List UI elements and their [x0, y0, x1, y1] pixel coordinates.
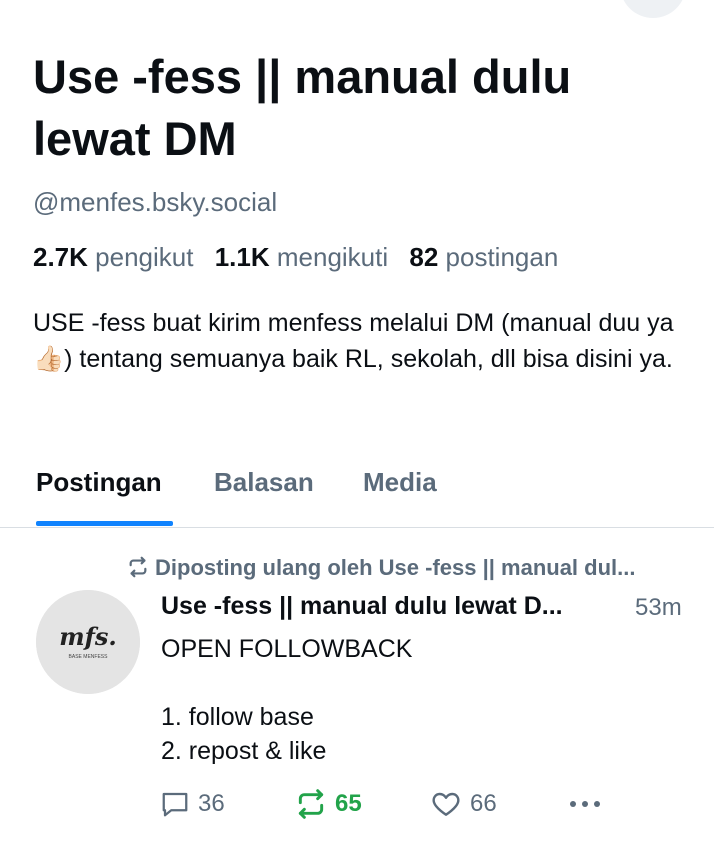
repost-icon [298, 789, 324, 819]
avatar-logo-subtext: BASE MENFESS [69, 654, 109, 660]
post-time[interactable]: 53m [635, 594, 682, 622]
reply-icon [162, 792, 188, 817]
posts-count: 82 [409, 242, 439, 272]
tab-balasan[interactable]: Balasan [214, 467, 314, 498]
active-tab-indicator [36, 521, 173, 526]
repost-count: 65 [335, 790, 362, 817]
profile-bio: USE -fess buat kirim menfess melalui DM … [33, 309, 674, 373]
tabs-divider [0, 527, 714, 528]
post-text: OPEN FOLLOWBACK 1. follow base 2. repost… [161, 635, 413, 765]
post-author[interactable]: Use -fess || manual dulu lewat D... [161, 592, 611, 621]
repost-label: Diposting ulang oleh Use -fess || manual… [155, 555, 636, 580]
profile-handle: @menfes.bsky.social [33, 187, 278, 217]
reply-count: 36 [198, 790, 225, 817]
profile-stats: 2.7K pengikut 1.1K mengikuti 82 postinga… [33, 242, 572, 273]
like-button[interactable]: 66 [430, 787, 497, 821]
avatar-logo-text: mfs. [59, 622, 117, 651]
reply-button[interactable]: 36 [160, 787, 225, 821]
like-count: 66 [470, 790, 497, 817]
repost-small-icon [129, 556, 147, 578]
more-icon [570, 801, 600, 807]
more-options-button[interactable] [567, 787, 603, 821]
posts-label: postingan [445, 242, 559, 272]
profile-name: Use -fess || manual dulu lewat DM [33, 50, 572, 165]
following-label[interactable]: mengikuti [277, 242, 388, 272]
top-action-button[interactable] [620, 0, 686, 18]
avatar[interactable]: mfs. BASE MENFESS [36, 590, 140, 694]
following-count[interactable]: 1.1K [215, 242, 270, 272]
repost-attribution[interactable]: Diposting ulang oleh Use -fess || manual… [127, 555, 712, 581]
repost-button[interactable]: 65 [295, 787, 362, 821]
avatar-logo-icon: mfs. BASE MENFESS [36, 590, 140, 694]
followers-label[interactable]: pengikut [95, 242, 193, 272]
profile-tabs: Postingan Balasan Media [0, 455, 714, 527]
tab-media[interactable]: Media [363, 467, 437, 498]
followers-count[interactable]: 2.7K [33, 242, 88, 272]
like-icon [432, 792, 460, 816]
tab-postingan[interactable]: Postingan [36, 467, 162, 498]
